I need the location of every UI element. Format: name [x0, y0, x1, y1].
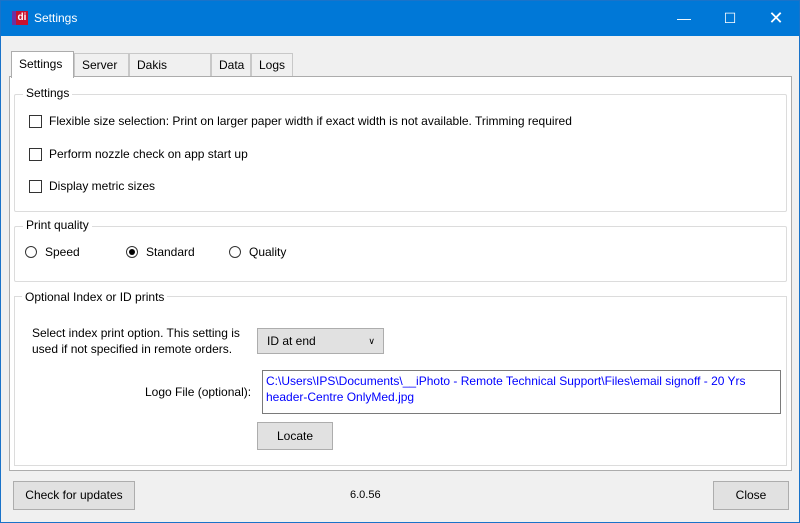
nozzle-check-checkbox[interactable]: Perform nozzle check on app start up [29, 147, 248, 161]
metric-sizes-checkbox[interactable]: Display metric sizes [29, 179, 155, 193]
speed-radio[interactable]: Speed [25, 245, 80, 259]
quality-radio[interactable]: Quality [229, 245, 286, 259]
app-icon: di [12, 11, 28, 25]
settings-group: Settings Flexible size selection: Print … [14, 86, 787, 212]
tab-dakis-kiosks[interactable]: Dakis kiosks [129, 53, 211, 94]
group-title: Print quality [23, 218, 92, 232]
radio[interactable] [126, 246, 138, 258]
select-value: ID at end [267, 334, 316, 348]
tab-server[interactable]: Server [74, 53, 129, 77]
chevron-down-icon: ∨ [368, 336, 375, 346]
close-button[interactable]: Close [713, 481, 789, 510]
radio-label: Speed [45, 245, 80, 259]
checkbox-label: Flexible size selection: Print on larger… [49, 114, 572, 128]
check-updates-button[interactable]: Check for updates [13, 481, 135, 510]
maximize-button[interactable]: ☐ [707, 1, 753, 36]
logo-path-line: C:\Users\IPS\Documents\__iPhoto - Remote… [266, 374, 746, 388]
radio[interactable] [25, 246, 37, 258]
group-title: Optional Index or ID prints [22, 290, 168, 304]
close-window-button[interactable]: ✕ [753, 1, 799, 36]
group-title: Settings [23, 86, 73, 100]
label-line: used if not specified in remote orders. [32, 342, 233, 356]
minimize-button[interactable]: — [661, 1, 707, 36]
checkbox[interactable] [29, 114, 42, 128]
checkbox-label: Display metric sizes [49, 179, 156, 193]
title-bar: di Settings — ☐ ✕ [1, 1, 799, 36]
logo-file-field[interactable]: C:\Users\IPS\Documents\__iPhoto - Remote… [262, 370, 781, 414]
flexible-size-checkbox[interactable]: Flexible size selection: Print on larger… [29, 114, 572, 128]
checkbox[interactable] [29, 147, 42, 161]
window-title: Settings [34, 11, 78, 25]
locate-button[interactable]: Locate [257, 422, 333, 450]
label-line: Select index print option. This setting … [32, 326, 240, 340]
version-label: 6.0.56 [350, 489, 381, 501]
logo-file-label: Logo File (optional): [145, 385, 252, 399]
tab-data[interactable]: Data [211, 53, 251, 77]
tab-panel: Settings Flexible size selection: Print … [9, 76, 792, 471]
tab-logs[interactable]: Logs [251, 53, 293, 77]
index-print-select[interactable]: ID at end ∨ [257, 328, 384, 354]
radio[interactable] [229, 246, 241, 258]
radio-label: Quality [249, 245, 287, 259]
index-option-label: Select index print option. This setting … [32, 325, 240, 357]
logo-path-line: header-Centre OnlyMed.jpg [266, 390, 415, 404]
settings-window: di Settings — ☐ ✕ Settings Server Dakis … [0, 0, 800, 523]
checkbox[interactable] [29, 179, 42, 193]
tab-settings[interactable]: Settings [11, 51, 74, 78]
standard-radio[interactable]: Standard [126, 245, 195, 259]
checkbox-label: Perform nozzle check on app start up [49, 147, 248, 161]
print-quality-group: Print quality Speed Standard Quality [14, 218, 787, 282]
radio-label: Standard [146, 245, 195, 259]
